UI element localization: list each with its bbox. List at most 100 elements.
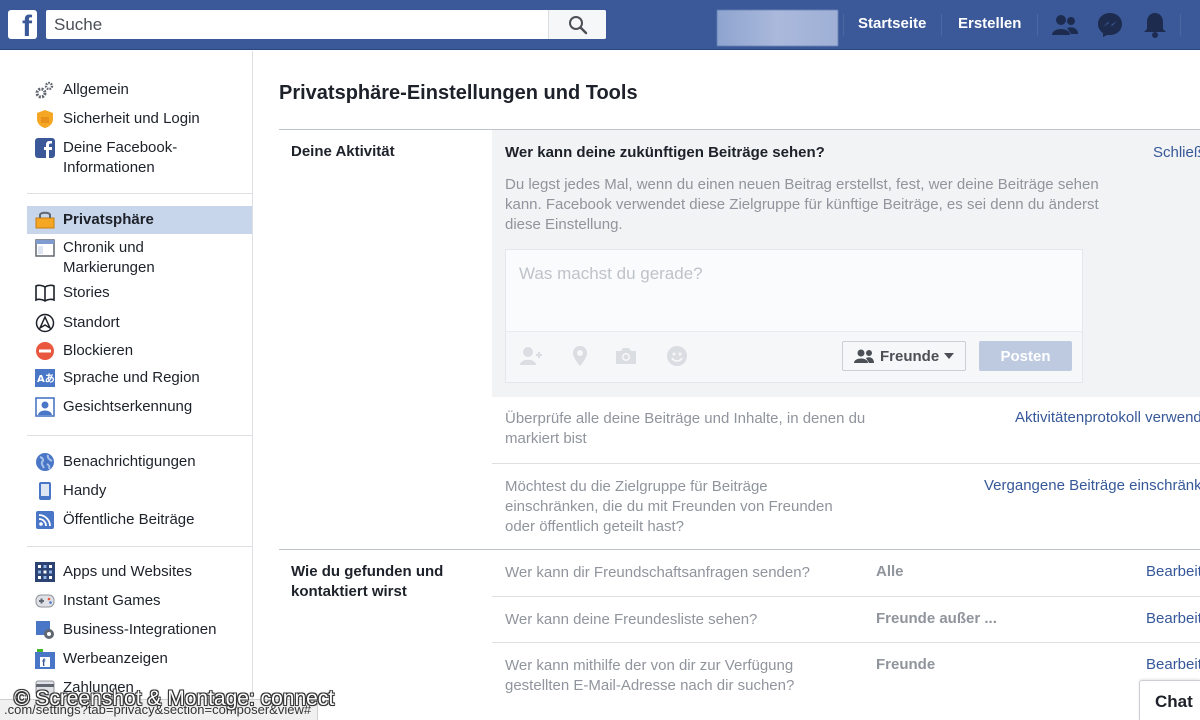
sidebar-item-apps[interactable]: Apps und Websites [27, 562, 252, 582]
setting-row-text: Wer kann deine Freundesliste sehen? [505, 611, 758, 628]
sidebar-item-label: Stories [63, 284, 110, 301]
sidebar-item-ads[interactable]: f Werbeanzeigen [27, 649, 252, 669]
setting-row-text: Wer kann dir Freundschaftsanfragen sende… [505, 564, 810, 581]
sidebar-item-security[interactable]: Sicherheit und Login [27, 109, 252, 129]
tag-friends-icon[interactable] [519, 345, 543, 367]
sidebar-item-location[interactable]: Standort [27, 313, 252, 333]
sidebar-item-label: Allgemein [63, 81, 129, 98]
sidebar-item-public-posts[interactable]: Öffentliche Beiträge [27, 510, 252, 530]
messenger-icon[interactable] [1096, 11, 1124, 39]
globe-icon [35, 452, 55, 472]
create-link[interactable]: Erstellen [958, 15, 1021, 32]
sidebar-item-label: Instant Games [63, 592, 161, 609]
sidebar-item-business[interactable]: Business-Integrationen [27, 620, 252, 640]
gamepad-icon [35, 591, 55, 611]
chevron-down-icon [944, 353, 955, 359]
row-divider [492, 463, 1200, 464]
sidebar-item-timeline[interactable]: Chronik und Markierungen [27, 238, 252, 278]
business-icon [35, 620, 55, 640]
audience-selector[interactable]: Freunde [842, 341, 966, 371]
sidebar-item-stories[interactable]: Stories [27, 283, 252, 303]
setting-row-text: Überprüfe alle deine Beiträge und Inhalt… [505, 410, 866, 447]
sidebar-item-label: Privatsphäre [63, 211, 154, 228]
sidebar-divider [27, 435, 253, 436]
facebook-logo[interactable]: f [8, 10, 37, 39]
top-bar: f Startseite Erstellen [0, 0, 1200, 50]
sidebar-item-instant-games[interactable]: Instant Games [27, 591, 252, 611]
setting-row-value: Alle [876, 563, 904, 580]
sidebar-item-block[interactable]: Blockieren [27, 341, 252, 361]
location-icon [35, 313, 55, 333]
rss-icon [35, 510, 55, 530]
limit-past-posts-link[interactable]: Vergangene Beiträge einschränken [984, 477, 1200, 494]
language-icon: Aあ [35, 368, 55, 388]
chat-tab[interactable]: Chat [1139, 680, 1200, 720]
friends-icon[interactable] [1051, 11, 1079, 39]
composer-textarea[interactable]: Was machst du gerade? [506, 250, 1082, 332]
sidebar-item-mobile[interactable]: Handy [27, 481, 252, 501]
nav-divider [843, 14, 844, 36]
sidebar-item-label: Chronik und Markierungen [63, 239, 155, 276]
nav-divider [941, 14, 942, 36]
chat-label: Chat [1155, 692, 1193, 711]
sidebar-item-label: Apps und Websites [63, 563, 192, 580]
row-divider [492, 596, 1200, 597]
book-icon [35, 283, 55, 303]
activity-log-link[interactable]: Aktivitätenprotokoll verwenden [1015, 409, 1200, 426]
sidebar-item-facebook-info[interactable]: Deine Facebook-Informationen [27, 138, 252, 178]
setting-row-text: Möchtest du die Zielgruppe für Beiträge … [505, 478, 833, 535]
search-button[interactable] [548, 10, 606, 39]
camera-icon[interactable] [614, 345, 638, 367]
sidebar-item-label: Business-Integrationen [63, 621, 217, 638]
edit-link[interactable]: Bearbeiten [1146, 610, 1200, 627]
edit-link[interactable]: Bearbeiten [1146, 656, 1200, 673]
audience-label: Freunde [880, 347, 940, 365]
setting-description: Du legst jedes Mal, wenn du einen neuen … [505, 176, 1099, 233]
post-button[interactable]: Posten [979, 341, 1072, 371]
home-link[interactable]: Startseite [858, 15, 926, 32]
nav-divider [1180, 14, 1181, 36]
sidebar-item-label: Benachrichtigungen [63, 453, 196, 470]
emoji-icon[interactable] [665, 345, 689, 367]
profile-link-blurred[interactable] [717, 10, 838, 46]
sidebar-item-notifications[interactable]: Benachrichtigungen [27, 452, 252, 472]
ads-icon: f [35, 649, 55, 669]
sidebar-item-label: Blockieren [63, 342, 134, 359]
sidebar-item-label: Öffentliche Beiträge [63, 511, 195, 528]
block-icon [35, 341, 55, 361]
setting-question: Wer kann deine zukünftigen Beiträge sehe… [505, 144, 825, 161]
setting-row-value: Freunde außer ... [876, 610, 997, 627]
gear-icon [35, 80, 55, 100]
sidebar-item-privacy[interactable]: Privatsphäre [27, 206, 252, 234]
sidebar-item-label: Sprache und Region [63, 369, 200, 386]
friends-icon [854, 349, 874, 363]
shield-icon [35, 109, 55, 129]
notifications-icon[interactable] [1141, 11, 1169, 39]
svg-text:Aあ: Aあ [37, 372, 55, 385]
post-composer: Was machst du gerade? Freunde Posten [505, 249, 1083, 383]
nav-divider [1037, 14, 1038, 36]
sidebar-divider [27, 193, 253, 194]
section-label-find-contact: Wie du gefunden und kontaktiert wirst [291, 563, 444, 600]
phone-icon [35, 481, 55, 501]
search-input[interactable] [46, 10, 548, 39]
check-in-icon[interactable] [568, 345, 592, 367]
sidebar-item-label: Standort [63, 314, 120, 331]
search-icon [568, 15, 587, 34]
sidebar-item-general[interactable]: Allgemein [27, 80, 252, 100]
face-recognition-icon [35, 397, 55, 417]
sidebar-item-language[interactable]: Aあ Sprache und Region [27, 368, 252, 388]
sidebar-item-label: Handy [63, 482, 107, 499]
close-link[interactable]: Schließen [1153, 144, 1200, 161]
row-divider [492, 642, 1200, 643]
sidebar-item-label: Sicherheit und Login [63, 110, 200, 127]
timeline-icon [35, 238, 55, 258]
sidebar-item-face-recognition[interactable]: Gesichtserkennung [27, 397, 252, 417]
apps-icon [35, 562, 55, 582]
facebook-icon [35, 138, 55, 158]
setting-row-value: Freunde [876, 656, 936, 673]
section-label-activity: Deine Aktivität [291, 143, 395, 160]
edit-link[interactable]: Bearbeiten [1146, 563, 1200, 580]
sidebar-item-label: Werbeanzeigen [63, 650, 168, 667]
sidebar-divider [27, 546, 253, 547]
